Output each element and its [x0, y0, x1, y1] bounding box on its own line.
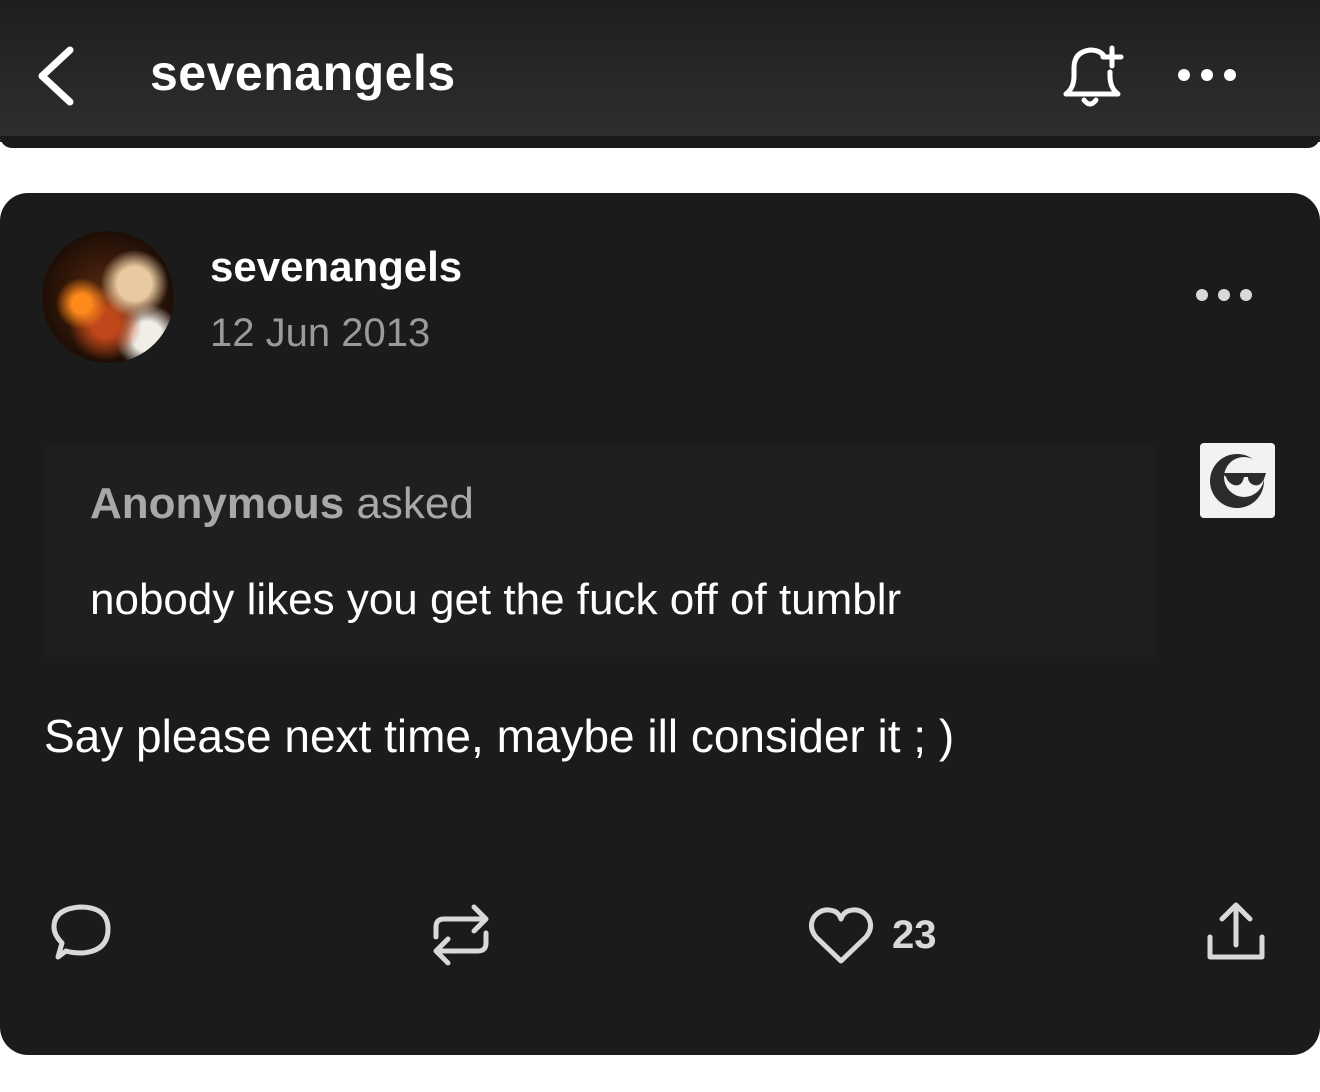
post-author[interactable]: sevenangels: [210, 243, 462, 291]
reply-icon[interactable]: [46, 897, 116, 969]
asker-line: Anonymous asked: [90, 479, 474, 529]
reblog-icon[interactable]: [426, 899, 496, 971]
avatar[interactable]: [42, 231, 174, 363]
bell-plus-icon[interactable]: [1056, 38, 1128, 114]
back-icon[interactable]: [32, 44, 80, 108]
post-card: sevenangels 12 Jun 2013 Anonymous asked …: [0, 193, 1320, 1055]
asked-label: asked: [344, 479, 474, 528]
header-shadow: [0, 136, 1320, 148]
share-icon[interactable]: [1202, 901, 1270, 965]
ask-box: Anonymous asked nobody likes you get the…: [44, 445, 1156, 657]
heart-icon[interactable]: [806, 905, 876, 967]
anonymous-avatar-icon[interactable]: [1200, 443, 1275, 518]
page-title: sevenangels: [150, 45, 456, 101]
post-more-icon[interactable]: [1194, 285, 1254, 305]
top-navigation-bar: sevenangels: [0, 0, 1320, 142]
post-answer: Say please next time, maybe ill consider…: [44, 710, 955, 762]
post-date: 12 Jun 2013: [210, 311, 431, 355]
like-count: 23: [892, 913, 937, 957]
ask-question: nobody likes you get the fuck off of tum…: [90, 575, 902, 624]
more-icon[interactable]: [1176, 62, 1238, 88]
asker-name[interactable]: Anonymous: [90, 479, 344, 528]
